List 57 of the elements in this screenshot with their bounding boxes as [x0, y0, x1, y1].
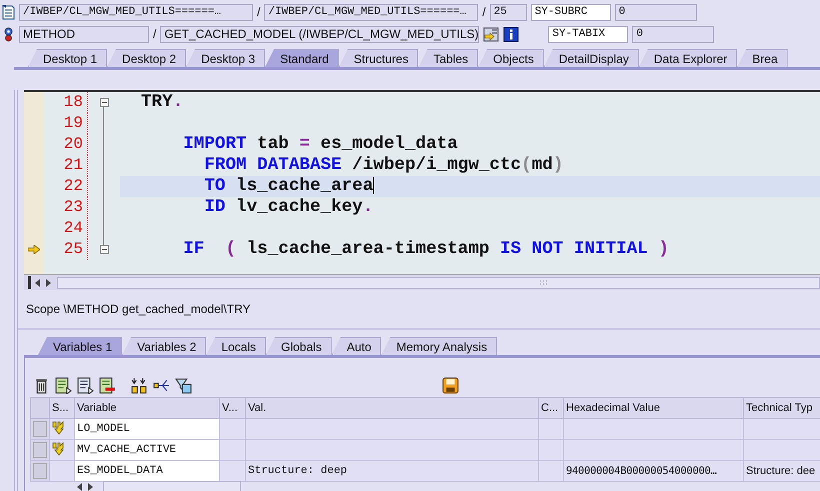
tab[interactable]: DetailDisplay — [544, 49, 639, 67]
table-cell: MV_CACHE_ACTIVE — [77, 444, 176, 456]
column-header[interactable]: V... — [220, 398, 246, 418]
code-line: FROM DATABASE /iwbep/i_mgw_ctc(md) — [204, 155, 564, 175]
line-number: 25 — [44, 239, 88, 260]
tab[interactable]: Locals — [206, 337, 266, 355]
column-header[interactable]: Hexadecimal Value — [564, 398, 744, 418]
line-number: 19 — [44, 113, 88, 134]
code-line: IMPORT tab = es_model_data — [183, 134, 458, 154]
include-field[interactable]: /IWBEP/CL_MGW_MED_UTILS======… — [264, 4, 478, 20]
tab[interactable]: Objects — [478, 49, 544, 67]
line-number: 20 — [44, 134, 88, 155]
column-header[interactable]: Technical Typ — [744, 398, 820, 418]
code-line: ID lv_cache_key. — [204, 197, 374, 217]
event-name-field[interactable]: GET_CACHED_MODEL (/IWBEP/CL_MGW_MED_UTILS) — [160, 26, 480, 42]
tab[interactable]: Data Explorer — [638, 49, 738, 67]
line-number: 23 — [44, 197, 88, 218]
tab[interactable]: Variables 2 — [122, 337, 206, 355]
system-variable-field[interactable]: SY-TABIX — [548, 26, 628, 42]
separator: / — [153, 27, 156, 41]
value-field[interactable]: 0 — [632, 26, 714, 42]
tab[interactable]: Tables — [418, 49, 478, 67]
tab[interactable]: Memory Analysis — [381, 337, 498, 355]
column-header[interactable]: Val. — [246, 398, 538, 418]
table-cell: Structure: dee — [746, 465, 816, 477]
program-field[interactable]: /IWBEP/CL_MGW_MED_UTILS======… — [19, 4, 253, 20]
column-header[interactable]: Variable — [74, 398, 220, 418]
value-field[interactable]: 0 — [614, 4, 697, 20]
table-cell: ES_MODEL_DATA — [77, 465, 163, 477]
code-line: TRY. — [141, 92, 184, 112]
tab[interactable]: Standard — [265, 49, 339, 67]
line-field[interactable]: 25 — [490, 4, 527, 20]
scope-label: Scope \METHOD get_cached_model\TRY — [25, 301, 252, 318]
tab[interactable]: Desktop 2 — [107, 49, 186, 67]
tab[interactable]: Desktop 3 — [186, 49, 266, 67]
tab[interactable]: Desktop 1 — [28, 49, 108, 67]
table-cell: 940000004B00000054000000… — [566, 465, 717, 477]
line-number: 18 — [44, 92, 88, 113]
table-cell: Structure: deep — [248, 465, 348, 477]
column-header[interactable]: C... — [538, 398, 564, 418]
code-line: IF ( ls_cache_area-timestamp IS NOT INITIAL ) — [183, 239, 669, 259]
tab[interactable]: Auto — [332, 337, 382, 355]
separator: / — [482, 5, 486, 19]
system-variable-field[interactable]: SY-SUBRC — [530, 4, 611, 20]
tab[interactable]: Brea — [737, 49, 788, 67]
code-line: TO ls_cache_area — [204, 176, 374, 196]
event-type-field[interactable]: METHOD — [19, 26, 149, 42]
table-cell: LO_MODEL — [77, 423, 130, 435]
separator: / — [257, 5, 260, 19]
tab[interactable]: Globals — [266, 337, 332, 355]
column-header[interactable]: S... — [50, 398, 74, 418]
code-editor[interactable]: 18 TRY. 19 20 IMPORT tab = es_model_data 21 FROM DATABASE /iwbep/i_mgw_ctc(md) 22 TO ls_cache_area 23 ID lv_cache_key. 24 25 IF ( ls_cache_area-timestamp IS NOT INITIAL ) — [24, 90, 820, 290]
line-number: 21 — [44, 155, 88, 176]
tab[interactable]: Variables 1 — [38, 337, 122, 355]
tab[interactable]: Structures — [338, 49, 418, 67]
line-number: 22 — [44, 176, 88, 197]
line-number: 24 — [44, 218, 88, 239]
